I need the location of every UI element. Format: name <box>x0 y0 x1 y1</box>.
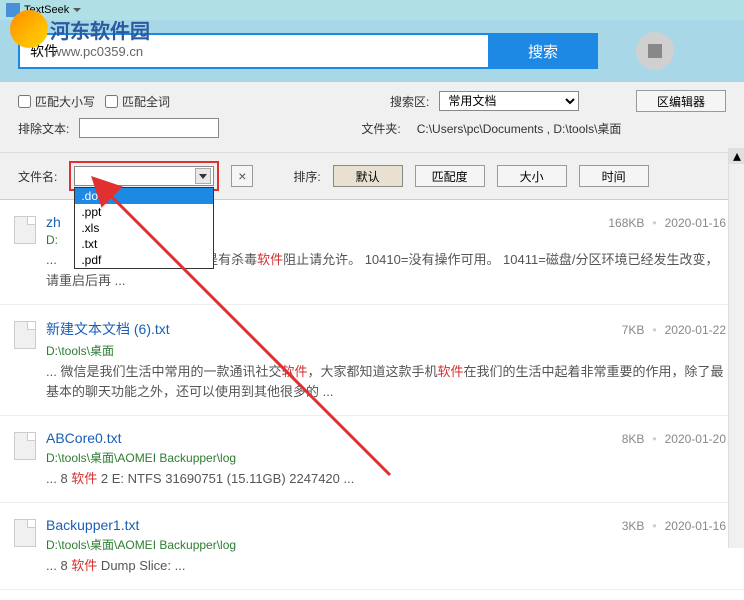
result-item[interactable]: 新建文本文档 (6).txt 7KB•2020-01-22 D:\tools\桌… <box>0 305 744 417</box>
scrollbar[interactable]: ▴ <box>728 148 744 548</box>
scroll-up-icon[interactable]: ▴ <box>729 148 744 164</box>
app-icon <box>6 3 20 17</box>
folder-path: C:\Users\pc\Documents , D:\tools\桌面 <box>417 120 622 137</box>
filename-combo[interactable] <box>74 166 214 186</box>
result-path: D:\tools\桌面 <box>46 342 726 359</box>
match-case-checkbox[interactable]: 匹配大小写 <box>18 93 95 110</box>
result-meta: 8KB•2020-01-20 <box>622 432 726 446</box>
search-button[interactable]: 搜索 <box>488 33 598 69</box>
stop-icon <box>648 44 662 58</box>
dropdown-item-doc[interactable]: .doc <box>75 188 213 204</box>
titlebar: TextSeek <box>0 0 744 20</box>
document-icon <box>14 519 36 547</box>
result-meta: 7KB•2020-01-22 <box>622 323 726 337</box>
filename-dropdown: .doc .ppt .xls .txt .pdf <box>74 187 214 269</box>
reset-filter-button[interactable]: × <box>231 165 253 187</box>
zone-editor-button[interactable]: 区编辑器 <box>636 90 726 112</box>
document-icon <box>14 432 36 460</box>
sort-relevance-button[interactable]: 匹配度 <box>415 165 485 187</box>
match-whole-checkbox[interactable]: 匹配全词 <box>105 93 170 110</box>
result-snippet: ... 8 软件 2 E: NTFS 31690751 (15.11GB) 22… <box>46 469 726 490</box>
result-snippet: ... 微信是我们生活中常用的一款通讯社交软件，大家都知道这款手机软件在我们的生… <box>46 362 726 404</box>
sort-size-button[interactable]: 大小 <box>497 165 567 187</box>
result-path: D:\tools\桌面\AOMEI Backupper\log <box>46 536 726 553</box>
options-bar: 匹配大小写 匹配全词 搜索区: 常用文档 区编辑器 排除文本: 文件夹: C:\… <box>0 82 744 153</box>
dropdown-item-ppt[interactable]: .ppt <box>75 204 213 220</box>
document-icon <box>14 216 36 244</box>
result-snippet: ... 8 软件 Dump Slice: ... <box>46 556 726 577</box>
app-title: TextSeek <box>24 4 69 16</box>
result-meta: 168KB•2020-01-16 <box>608 216 726 230</box>
result-item[interactable]: Backupper1.txt 3KB•2020-01-16 D:\tools\桌… <box>0 503 744 590</box>
result-title: ABCore0.txt <box>46 430 121 446</box>
result-path: D:\tools\桌面\AOMEI Backupper\log <box>46 449 726 466</box>
zone-select[interactable]: 常用文档 <box>439 91 579 111</box>
result-title: 新建文本文档 (6).txt <box>46 319 170 339</box>
titlebar-dropdown-icon[interactable] <box>73 8 81 12</box>
sort-label: 排序: <box>293 168 320 185</box>
search-bar: 搜索 <box>0 20 744 82</box>
document-icon <box>14 321 36 349</box>
zone-label: 搜索区: <box>390 93 429 110</box>
result-item[interactable]: ABCore0.txt 8KB•2020-01-20 D:\tools\桌面\A… <box>0 416 744 503</box>
dropdown-item-xls[interactable]: .xls <box>75 220 213 236</box>
filter-bar: 文件名: .doc .ppt .xls .txt .pdf × 排序: 默认 匹… <box>0 153 744 200</box>
filename-label: 文件名: <box>18 168 57 185</box>
sort-default-button[interactable]: 默认 <box>333 165 403 187</box>
combo-arrow-icon[interactable] <box>195 168 211 184</box>
exclude-label: 排除文本: <box>18 120 69 137</box>
result-title: Backupper1.txt <box>46 517 139 533</box>
result-meta: 3KB•2020-01-16 <box>622 519 726 533</box>
filename-combo-highlight: .doc .ppt .xls .txt .pdf <box>69 161 219 191</box>
exclude-input[interactable] <box>79 118 219 138</box>
folder-label: 文件夹: <box>361 120 400 137</box>
dropdown-item-pdf[interactable]: .pdf <box>75 252 213 268</box>
sort-time-button[interactable]: 时间 <box>579 165 649 187</box>
search-input[interactable] <box>18 33 488 69</box>
dropdown-item-txt[interactable]: .txt <box>75 236 213 252</box>
stop-button[interactable] <box>636 32 674 70</box>
